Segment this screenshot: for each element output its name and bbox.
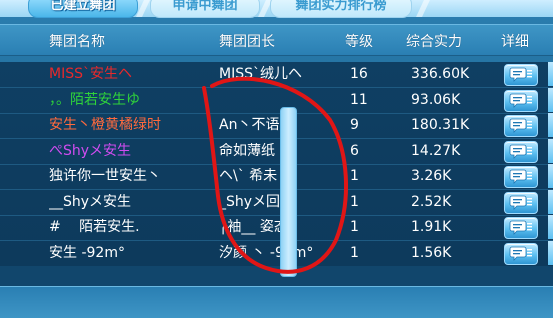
- next-column-button-edge: [548, 164, 553, 188]
- detail-button[interactable]: [504, 64, 538, 86]
- column-header-power[interactable]: 综合实力: [406, 31, 462, 51]
- table-row[interactable]: 独许你一世安生丶 ヘ\` 希未 1 3.26K: [0, 164, 553, 190]
- tab-group-ranking[interactable]: 舞团实力排行榜: [270, 0, 412, 18]
- chat-bubble-list-icon: [509, 118, 532, 133]
- group-power: 180.31K: [411, 117, 470, 133]
- group-level: 6: [350, 142, 359, 159]
- group-name: MISS`安生ヘ: [49, 66, 132, 82]
- tab-bar: 已建立舞团 申请中舞团 舞团实力排行榜: [0, 0, 553, 18]
- group-level: 1: [350, 168, 359, 184]
- chat-bubble-list-icon: [509, 169, 532, 184]
- group-leader: _Shyメ回收: [219, 193, 295, 210]
- panel-footer: [0, 286, 553, 318]
- group-power: 3.26K: [411, 168, 452, 184]
- tab-pending-groups[interactable]: 申请中舞团: [150, 0, 260, 18]
- next-column-button-edge: [548, 138, 553, 163]
- group-leader: MISS`绒儿ヘ: [219, 66, 302, 82]
- column-header-name[interactable]: 舞团名称: [49, 31, 105, 51]
- group-leader: 命如薄纸: [219, 142, 275, 159]
- next-column-button-edge: [548, 189, 553, 214]
- table-header: 舞团名称 舞团团长 等级 综合实力 详细: [0, 24, 553, 56]
- chat-bubble-list-icon: [509, 93, 532, 108]
- group-name: __Shyメ安生: [49, 193, 132, 210]
- group-level: 9: [350, 117, 359, 133]
- table-row[interactable]: ぺShyメ安生 命如薄纸 6 14.27K: [0, 138, 553, 165]
- group-level: 1: [350, 244, 359, 261]
- chat-bubble-list-icon: [509, 67, 532, 82]
- group-power: 2.52K: [411, 193, 452, 210]
- next-column-button-edge: [548, 215, 553, 239]
- detail-button[interactable]: [504, 217, 538, 239]
- tab-divider-stripe: [416, 0, 430, 17]
- column-header-leader[interactable]: 舞团团长: [219, 31, 275, 51]
- detail-button[interactable]: [504, 115, 538, 137]
- detail-button[interactable]: [504, 191, 538, 214]
- table-row[interactable]: # 陌若安生. ╭袖__ 姿态 1 1.91K: [0, 215, 553, 241]
- column-header-detail: 详细: [501, 34, 529, 50]
- detail-button[interactable]: [504, 89, 538, 112]
- table-row[interactable]: __Shyメ安生 _Shyメ回收 1 2.52K: [0, 189, 553, 216]
- chat-bubble-list-icon: [509, 144, 532, 159]
- detail-button[interactable]: [504, 166, 538, 188]
- group-leader: An丶不语: [219, 117, 280, 133]
- group-power: 1.56K: [411, 244, 452, 261]
- scrollbar-thumb[interactable]: [280, 107, 297, 277]
- group-leader: ╭袖__ 姿态: [219, 219, 288, 235]
- detail-button[interactable]: [504, 242, 538, 265]
- table-row[interactable]: 安生 -92m° 汐颜 丶 -92m° 1 1.56K: [0, 240, 553, 267]
- detail-button[interactable]: [504, 140, 538, 163]
- group-power: 14.27K: [411, 142, 461, 159]
- group-name: ぺShyメ安生: [49, 142, 132, 159]
- tab-divider-stripe: [136, 0, 150, 17]
- group-level: 16: [350, 66, 368, 82]
- chat-bubble-list-icon: [509, 220, 532, 235]
- column-header-level[interactable]: 等级: [345, 31, 373, 51]
- group-power: 336.60K: [411, 66, 470, 82]
- group-level: 1: [350, 219, 359, 235]
- table-body: MISS`安生ヘ MISS`绒儿ヘ 16 336.60K ，。陌若安生ゆ 11 93.06K…: [0, 62, 553, 267]
- next-column-button-edge: [548, 240, 553, 265]
- table-row[interactable]: ，。陌若安生ゆ 11 93.06K: [0, 87, 553, 114]
- group-name: 安生 -92m°: [49, 244, 125, 261]
- chat-bubble-list-icon: [509, 246, 532, 261]
- group-name: 安生丶橙黄橘绿时: [49, 117, 161, 133]
- group-power: 1.91K: [411, 219, 452, 235]
- dance-group-panel: 已建立舞团 申请中舞团 舞团实力排行榜 舞团名称 舞团团长 等级 综合实力 详细…: [0, 0, 553, 318]
- group-power: 93.06K: [411, 91, 461, 108]
- chat-bubble-list-icon: [509, 195, 532, 210]
- group-leader: 汐颜 丶 -92m°: [219, 244, 314, 261]
- group-name: ，。陌若安生ゆ: [49, 91, 140, 108]
- table-row[interactable]: 安生丶橙黄橘绿时 An丶不语 9 180.31K: [0, 113, 553, 139]
- group-name: # 陌若安生.: [49, 219, 140, 235]
- table-row[interactable]: MISS`安生ヘ MISS`绒儿ヘ 16 336.60K: [0, 62, 553, 88]
- tab-established-groups[interactable]: 已建立舞团: [28, 0, 138, 18]
- next-column-button-edge: [548, 113, 553, 137]
- group-level: 11: [350, 91, 368, 108]
- group-leader: ヘ\` 希未: [219, 168, 278, 184]
- group-level: 1: [350, 193, 359, 210]
- next-column-button-edge: [548, 87, 553, 112]
- table-footer-band: [0, 266, 553, 286]
- next-column-button-edge: [548, 62, 553, 86]
- group-name: 独许你一世安生丶: [49, 168, 161, 184]
